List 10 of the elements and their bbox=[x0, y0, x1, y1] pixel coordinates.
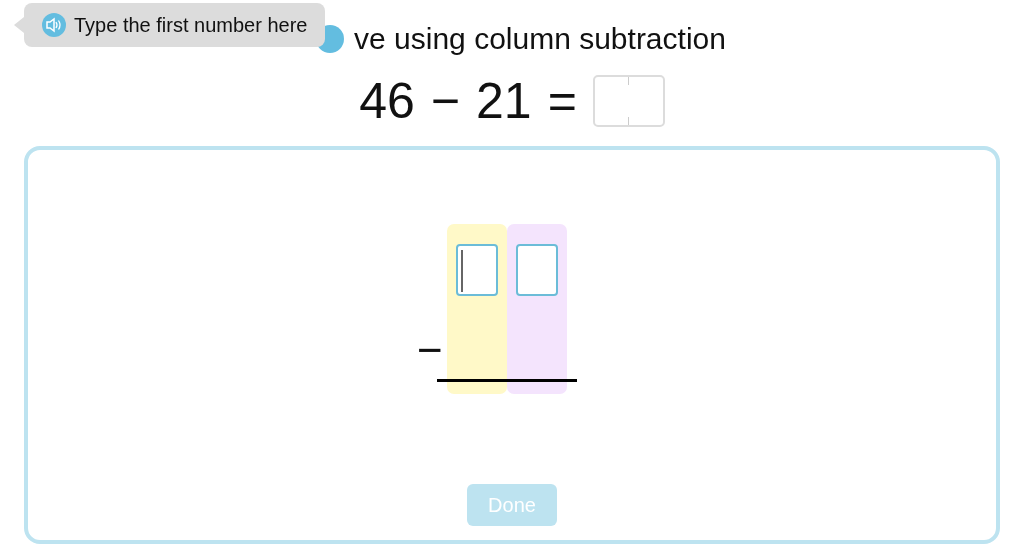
minus-sign: − bbox=[430, 71, 460, 131]
question-title: ve using column subtraction bbox=[354, 24, 726, 54]
answer-box[interactable] bbox=[592, 75, 665, 127]
equals-sign: = bbox=[547, 71, 577, 131]
digit-input[interactable] bbox=[516, 244, 558, 296]
equation-number: 21 bbox=[476, 71, 532, 131]
equation-number: 46 bbox=[359, 71, 415, 131]
digit-input[interactable] bbox=[456, 244, 498, 296]
minus-sign: − bbox=[417, 328, 443, 372]
tooltip-text: Type the first number here bbox=[74, 13, 308, 38]
